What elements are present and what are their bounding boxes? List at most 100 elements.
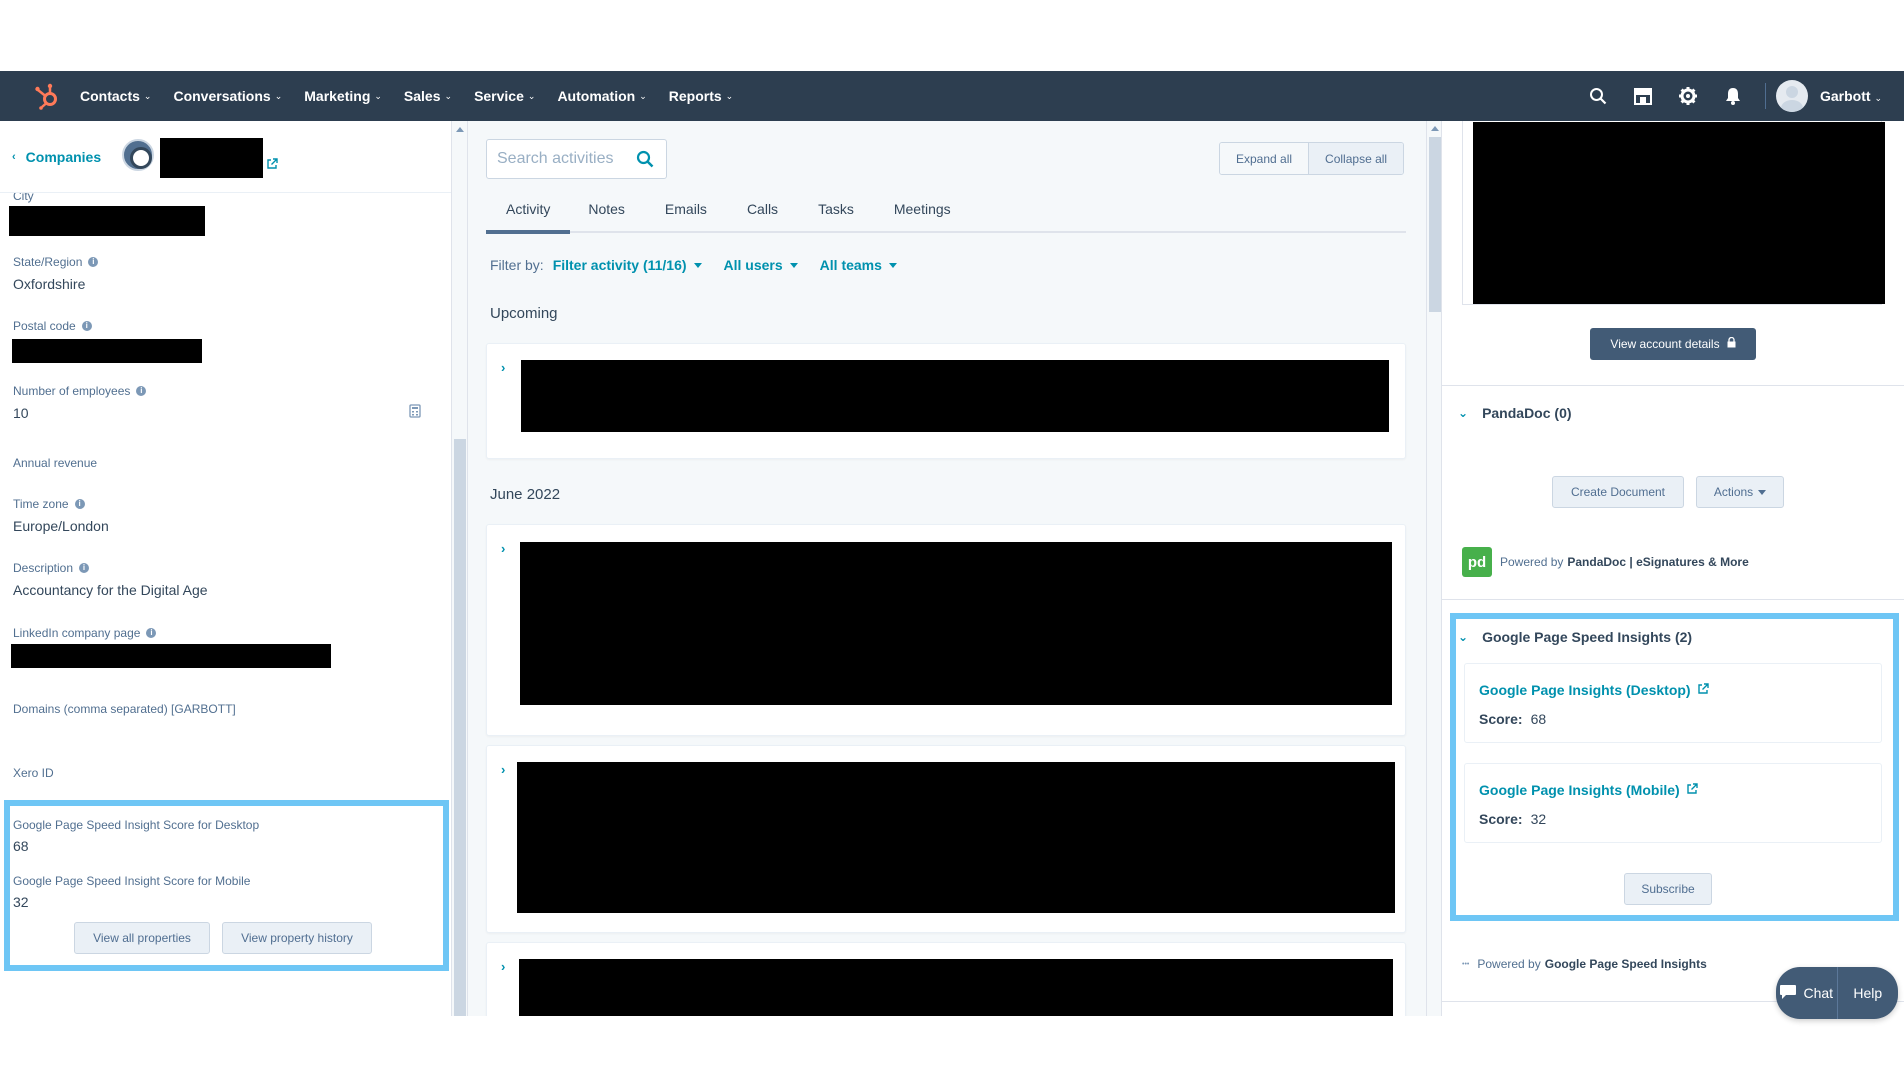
- tab-meetings[interactable]: Meetings: [876, 187, 973, 231]
- hubspot-logo-icon[interactable]: [28, 77, 66, 115]
- prop-annual-revenue[interactable]: Annual revenue: [13, 456, 97, 470]
- scroll-up-arrow-icon[interactable]: [456, 127, 464, 132]
- tab-calls[interactable]: Calls: [729, 187, 800, 231]
- activity-tabs: Activity Notes Emails Calls Tasks Meetin…: [486, 187, 1406, 234]
- notifications-icon[interactable]: [1710, 71, 1755, 121]
- insight-title: Google Page Insights (Mobile): [1479, 782, 1680, 798]
- pagespeed-provider-link[interactable]: Google Page Speed Insights: [1545, 957, 1707, 971]
- prop-pagespeed-mobile[interactable]: Google Page Speed Insight Score for Mobi…: [13, 874, 250, 910]
- view-all-properties-button[interactable]: View all properties: [74, 922, 210, 954]
- activity-card[interactable]: ›: [486, 745, 1406, 933]
- view-account-details-button[interactable]: View account details: [1590, 328, 1756, 360]
- prop-number-of-employees[interactable]: Number of employees i 10: [13, 384, 423, 421]
- info-icon[interactable]: i: [136, 386, 147, 396]
- search-icon[interactable]: [1575, 71, 1620, 121]
- nav-automation[interactable]: Automation ⌄: [557, 88, 646, 104]
- nav-conversations[interactable]: Conversations ⌄: [173, 88, 282, 104]
- external-link-icon[interactable]: [266, 157, 278, 175]
- nav-marketing[interactable]: Marketing ⌄: [304, 88, 382, 104]
- search-icon[interactable]: [636, 150, 654, 173]
- postal-code-value-redacted[interactable]: [12, 339, 202, 363]
- pandadoc-section-toggle[interactable]: ⌄ PandaDoc (0): [1458, 405, 1572, 421]
- user-menu[interactable]: Garbott ⌄: [1820, 88, 1882, 104]
- company-name-redacted: [160, 138, 263, 178]
- tab-notes[interactable]: Notes: [570, 187, 647, 231]
- pandadoc-provider-link[interactable]: PandaDoc | eSignatures & More: [1567, 555, 1748, 569]
- insight-title: Google Page Insights (Desktop): [1479, 682, 1691, 698]
- prop-pagespeed-desktop[interactable]: Google Page Speed Insight Score for Desk…: [13, 818, 259, 854]
- company-logo: [122, 139, 154, 171]
- insight-score: Score: 68: [1479, 711, 1546, 727]
- filter-by-label: Filter by:: [490, 257, 544, 273]
- prop-time-zone[interactable]: Time zone i Europe/London: [13, 497, 109, 534]
- pandadoc-title: PandaDoc (0): [1482, 405, 1572, 421]
- chevron-right-icon[interactable]: ›: [501, 541, 505, 556]
- info-icon[interactable]: i: [146, 628, 157, 638]
- nav-sales-label: Sales: [403, 88, 441, 104]
- tab-tasks[interactable]: Tasks: [800, 187, 876, 231]
- chevron-down-icon: ⌄: [274, 90, 283, 101]
- activity-card[interactable]: ›: [486, 343, 1406, 459]
- help-button[interactable]: Help: [1836, 967, 1899, 1019]
- nav-marketing-label: Marketing: [304, 88, 371, 104]
- linkedin-value-redacted[interactable]: [11, 644, 331, 668]
- pagespeed-mobile-link[interactable]: Google Page Insights (Mobile): [1479, 782, 1698, 798]
- app-root: Contacts ⌄ Conversations ⌄ Marketing ⌄ Sale…: [0, 0, 1904, 1071]
- create-document-button[interactable]: Create Document: [1552, 476, 1684, 508]
- chat-button[interactable]: Chat: [1776, 967, 1837, 1019]
- nav-service[interactable]: Service ⌄: [474, 88, 535, 104]
- left-scrollbar[interactable]: [452, 121, 468, 1016]
- info-icon[interactable]: i: [81, 321, 92, 331]
- prop-description[interactable]: Description i Accountancy for the Digital…: [13, 561, 208, 598]
- pagespeed-powered-by: ••• Powered by Google Page Speed Insights: [1462, 957, 1707, 971]
- nav-reports[interactable]: Reports ⌄: [669, 88, 733, 104]
- filter-activity-dropdown[interactable]: Filter activity (11/16): [553, 257, 702, 273]
- pagespeed-desktop-link[interactable]: Google Page Insights (Desktop): [1479, 682, 1709, 698]
- back-to-companies-link[interactable]: ‹ Companies: [12, 149, 101, 165]
- tab-emails[interactable]: Emails: [647, 187, 729, 231]
- settings-icon[interactable]: [1665, 71, 1710, 121]
- activity-card[interactable]: ›: [486, 524, 1406, 736]
- nav-contacts[interactable]: Contacts ⌄: [80, 88, 151, 104]
- activity-content-redacted: [520, 542, 1392, 705]
- chevron-right-icon[interactable]: ›: [501, 959, 505, 974]
- user-avatar[interactable]: [1776, 80, 1808, 112]
- nav-sales[interactable]: Sales ⌄: [404, 88, 452, 104]
- prop-label-wrap: State/Region i: [13, 255, 99, 269]
- city-value-redacted[interactable]: [9, 206, 205, 236]
- center-scrollbar[interactable]: [1426, 121, 1442, 1016]
- chevron-right-icon[interactable]: ›: [501, 762, 505, 777]
- activity-card[interactable]: ›: [486, 942, 1406, 1016]
- actions-dropdown-button[interactable]: Actions: [1696, 476, 1784, 508]
- insight-score: Score: 32: [1479, 811, 1546, 827]
- expand-all-button[interactable]: Expand all: [1220, 143, 1309, 174]
- view-property-history-button[interactable]: View property history: [222, 922, 372, 954]
- prop-domains[interactable]: Domains (comma separated) [GARBOTT]: [13, 702, 236, 716]
- pagespeed-title: Google Page Speed Insights (2): [1482, 629, 1693, 645]
- pagespeed-desktop-card: Google Page Insights (Desktop) Score: 68: [1464, 663, 1882, 743]
- all-teams-dropdown[interactable]: All teams: [820, 257, 897, 273]
- chevron-right-icon[interactable]: ›: [501, 360, 505, 375]
- calculator-icon[interactable]: [409, 404, 421, 423]
- marketplace-icon[interactable]: [1620, 71, 1665, 121]
- expand-collapse-group: Expand all Collapse all: [1219, 142, 1405, 175]
- chevron-down-icon: ⌄: [725, 90, 734, 101]
- prop-xero-id[interactable]: Xero ID: [13, 766, 54, 780]
- info-icon[interactable]: i: [88, 257, 99, 267]
- pagespeed-section-toggle[interactable]: ⌄ Google Page Speed Insights (2): [1458, 629, 1692, 645]
- all-users-dropdown[interactable]: All users: [724, 257, 798, 273]
- activity-content-redacted: [517, 762, 1395, 913]
- prop-state-region[interactable]: State/Region i Oxfordshire: [13, 255, 99, 292]
- scroll-up-arrow-icon[interactable]: [1431, 126, 1439, 131]
- scrollbar-thumb[interactable]: [454, 439, 466, 1016]
- search-activities-input[interactable]: [497, 148, 627, 170]
- tab-activity[interactable]: Activity: [486, 187, 571, 234]
- subscribe-button[interactable]: Subscribe: [1624, 873, 1712, 905]
- collapse-all-button[interactable]: Collapse all: [1308, 143, 1404, 174]
- powered-by-label: Powered by: [1500, 555, 1564, 569]
- info-icon[interactable]: i: [74, 499, 85, 509]
- scrollbar-thumb[interactable]: [1429, 137, 1441, 312]
- prop-label: Annual revenue: [13, 456, 98, 470]
- prop-label-wrap: Time zone i: [13, 497, 109, 511]
- info-icon[interactable]: i: [79, 563, 90, 573]
